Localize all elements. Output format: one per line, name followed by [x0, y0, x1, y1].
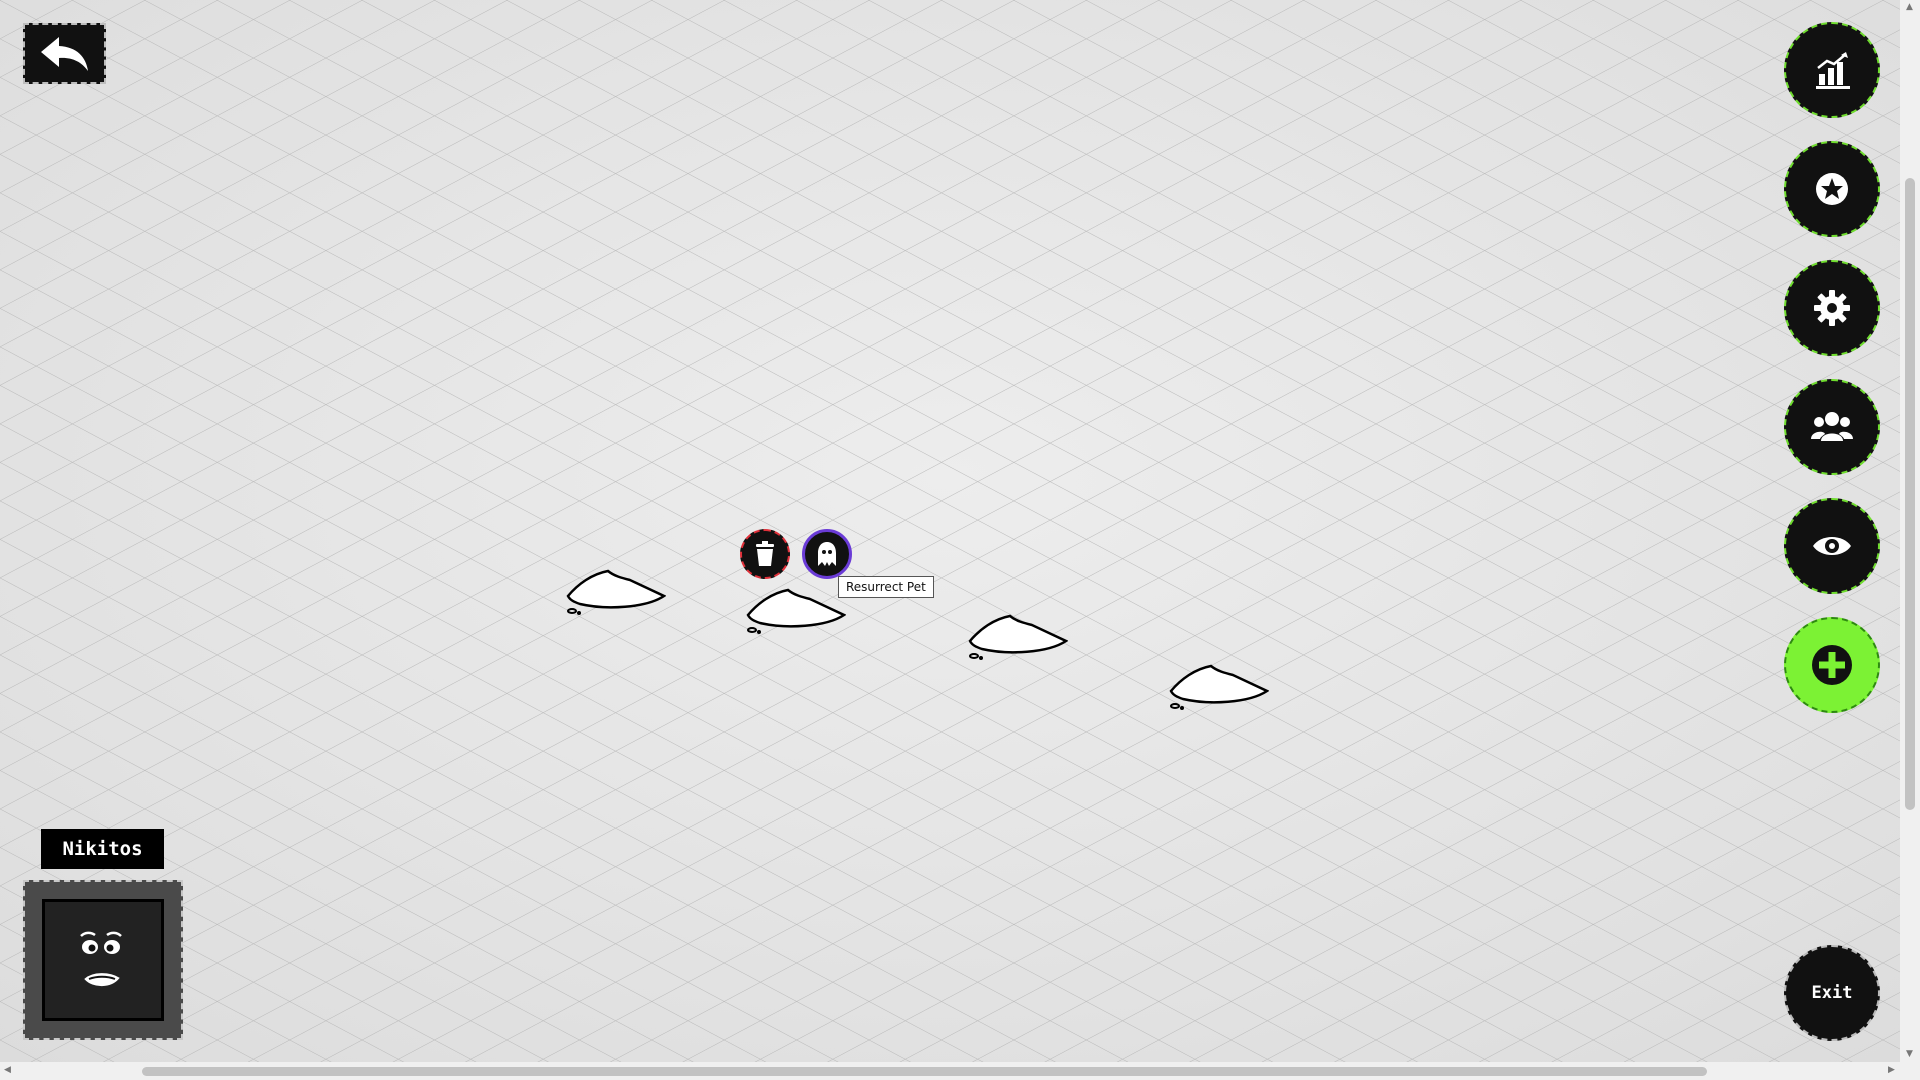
scroll-up-icon[interactable]: ▲	[1906, 3, 1913, 12]
scrollbar-corner	[1900, 1062, 1920, 1080]
ghost-icon	[818, 542, 836, 566]
users-icon	[1811, 412, 1853, 441]
friends-button[interactable]	[1784, 379, 1880, 475]
player-avatar-frame[interactable]	[23, 880, 183, 1040]
view-button[interactable]	[1784, 498, 1880, 594]
horizontal-scrollbar-thumb[interactable]	[142, 1067, 1707, 1076]
scroll-down-icon[interactable]: ▼	[1906, 1050, 1913, 1059]
back-arrow-icon	[40, 36, 88, 71]
gear-icon	[1814, 290, 1850, 326]
horizontal-scrollbar[interactable]: ◀ ▶	[0, 1062, 1900, 1080]
achievements-button[interactable]	[1784, 141, 1880, 237]
settings-button[interactable]	[1784, 260, 1880, 356]
grave-mound-icon	[968, 614, 1068, 654]
resurrect-pet-button[interactable]	[802, 529, 852, 579]
vertical-scrollbar-thumb[interactable]	[1905, 178, 1915, 810]
exit-button[interactable]: Exit	[1784, 945, 1880, 1041]
eye-icon	[1813, 537, 1851, 555]
stats-button[interactable]	[1784, 22, 1880, 118]
star-badge-icon	[1816, 173, 1848, 205]
pet-grave[interactable]	[968, 613, 1068, 669]
scroll-left-icon[interactable]: ◀	[4, 1066, 11, 1075]
back-button[interactable]	[23, 23, 106, 84]
grave-mound-icon	[1169, 664, 1269, 704]
plus-circle-icon	[1812, 645, 1852, 685]
trash-icon	[756, 541, 774, 566]
bar-chart-icon	[1816, 52, 1850, 89]
pet-grave[interactable]	[746, 587, 846, 643]
grave-mound-icon	[566, 569, 666, 609]
delete-pet-button[interactable]	[740, 529, 790, 579]
vertical-scrollbar[interactable]: ▲ ▼	[1900, 0, 1920, 1062]
player-face-icon	[80, 931, 122, 987]
game-stage[interactable]: Exit Nikitos Resurrect Pet ▲ ▼ ◀ ▶	[0, 0, 1920, 1080]
pet-grave[interactable]	[1169, 663, 1269, 719]
isometric-grid-background[interactable]	[0, 0, 1900, 1062]
resurrect-pet-tooltip: Resurrect Pet	[838, 576, 934, 598]
scroll-right-icon[interactable]: ▶	[1888, 1066, 1895, 1075]
add-button[interactable]	[1784, 617, 1880, 713]
avatar	[42, 899, 164, 1021]
pet-grave[interactable]	[566, 568, 666, 624]
grave-mound-icon	[746, 588, 846, 628]
player-name: Nikitos	[41, 829, 164, 869]
